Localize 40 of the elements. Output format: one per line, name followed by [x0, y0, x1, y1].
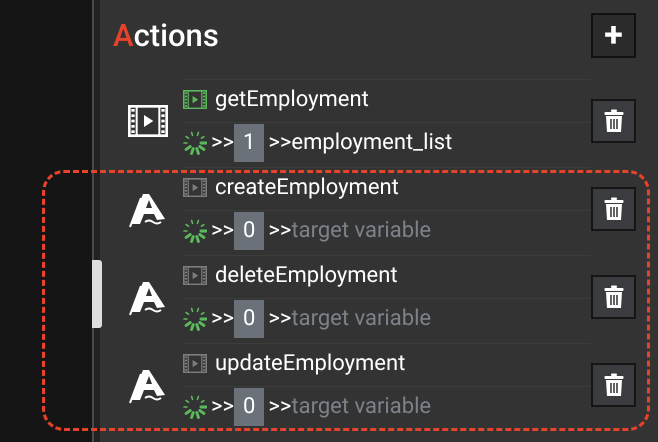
action-name: deleteEmployment	[215, 263, 398, 288]
trash-icon	[604, 284, 624, 308]
film-icon	[183, 354, 207, 374]
arrow-separator: >>	[268, 130, 292, 155]
delete-button[interactable]	[591, 274, 636, 318]
count-badge: 0	[234, 300, 264, 338]
count-badge: 1	[234, 124, 264, 162]
delete-button[interactable]	[591, 362, 636, 406]
arrow-separator: >>	[268, 218, 292, 243]
count-badge: 0	[234, 388, 264, 426]
action-name: createEmployment	[215, 175, 399, 200]
delete-button[interactable]	[591, 98, 636, 142]
arrow-separator: >>	[211, 218, 234, 243]
spinner-icon	[183, 394, 207, 418]
spinner-icon	[183, 218, 207, 242]
spinner-icon	[183, 306, 207, 330]
arrow-separator: >>	[268, 306, 292, 331]
add-button[interactable]: +	[591, 12, 636, 58]
collapse-handle[interactable]	[92, 260, 102, 328]
trash-icon	[604, 196, 624, 220]
trash-icon	[604, 108, 624, 132]
target-variable-placeholder[interactable]: target variable	[291, 306, 432, 331]
spinner-icon	[183, 130, 207, 154]
action-name: getEmployment	[215, 87, 369, 112]
trash-icon	[604, 372, 624, 396]
film-icon	[128, 104, 168, 136]
action-name: updateEmployment	[215, 351, 406, 376]
arrow-separator: >>	[211, 306, 234, 331]
arrow-separator: >>	[211, 130, 234, 155]
film-icon	[183, 266, 207, 286]
panel-title: Actions	[113, 16, 219, 54]
target-variable-placeholder[interactable]: target variable	[291, 218, 432, 243]
film-icon	[183, 178, 207, 198]
target-variable[interactable]: employment_list	[291, 130, 452, 155]
count-badge: 0	[234, 212, 264, 250]
delete-button[interactable]	[591, 186, 636, 230]
arrow-separator: >>	[211, 394, 234, 419]
arrow-separator: >>	[268, 394, 292, 419]
target-variable-placeholder[interactable]: target variable	[291, 394, 432, 419]
film-icon	[183, 90, 207, 110]
